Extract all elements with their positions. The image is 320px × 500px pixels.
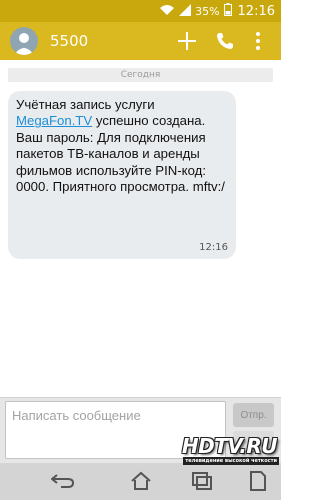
watermark-tagline: телевидение высокой четкости	[183, 457, 279, 465]
navigation-bar	[0, 463, 281, 500]
call-button[interactable]	[211, 27, 239, 55]
status-icons: 35% 12:16	[159, 3, 275, 19]
back-icon	[51, 474, 75, 488]
message-bubble[interactable]: Учётная запись услуги MegaFon.TV успешно…	[8, 91, 236, 259]
message-text-part1: Учётная запись услуги	[16, 97, 155, 112]
wifi-icon	[159, 4, 175, 19]
send-button[interactable]: Отпр.	[233, 403, 274, 427]
recents-icon	[192, 472, 212, 490]
sim-button[interactable]	[243, 470, 273, 492]
status-bar: 35% 12:16	[0, 0, 281, 22]
message-time: 12:16	[199, 242, 228, 253]
contact-name[interactable]: 5500	[50, 32, 88, 50]
add-contact-button[interactable]	[173, 27, 201, 55]
person-icon	[14, 33, 34, 55]
date-divider: Сегодня	[8, 68, 273, 82]
back-button[interactable]	[48, 470, 78, 492]
message-text: Учётная запись услуги MegaFon.TV успешно…	[16, 97, 228, 195]
watermark-brand: HDTV.RU	[181, 434, 278, 458]
message-link[interactable]: MegaFon.TV	[16, 113, 92, 128]
phone-icon	[217, 33, 233, 49]
message-thread[interactable]: Сегодня Учётная запись услуги MegaFon.TV…	[0, 60, 281, 397]
watermark: HDTV.RU телевидение высокой четкости	[164, 434, 281, 468]
overflow-menu-button[interactable]	[248, 27, 268, 55]
signal-icon	[179, 3, 192, 19]
add-icon	[178, 32, 196, 50]
contact-avatar[interactable]	[10, 27, 38, 55]
status-time: 12:16	[237, 3, 275, 19]
home-button[interactable]	[126, 470, 156, 492]
battery-percent: 35%	[195, 4, 220, 18]
battery-icon	[223, 3, 232, 19]
overflow-menu-icon	[256, 32, 260, 50]
home-icon	[131, 471, 151, 490]
sim-icon	[250, 471, 266, 491]
conversation-header: 5500	[0, 22, 281, 60]
recents-button[interactable]	[187, 470, 217, 492]
